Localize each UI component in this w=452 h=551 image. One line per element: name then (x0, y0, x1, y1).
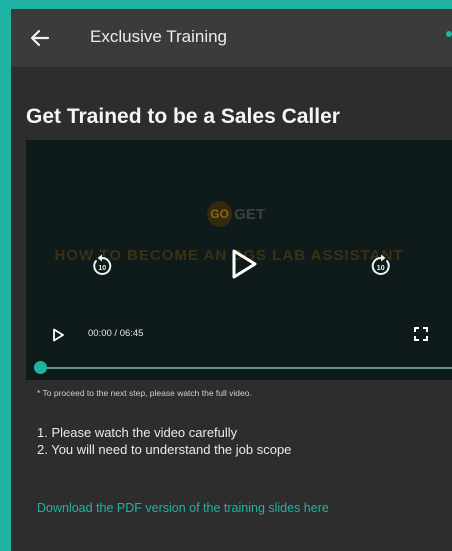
back-button[interactable] (25, 23, 55, 53)
app-bar: Exclusive Training (11, 9, 452, 67)
progress-track[interactable] (40, 367, 452, 369)
play-button[interactable] (221, 242, 265, 286)
forward-button[interactable]: 10 (365, 250, 397, 282)
fullscreen-icon (414, 327, 428, 341)
instruction-item: 1. Please watch the video carefully (37, 425, 238, 440)
app-screen: Exclusive Training Get Trained to be a S… (11, 9, 452, 551)
rewind-10-icon: 10 (93, 254, 112, 275)
page-title: Get Trained to be a Sales Caller (26, 105, 340, 128)
time-display: 00:00 / 06:45 (88, 328, 144, 339)
rewind-button[interactable]: 10 (86, 250, 118, 282)
forward-seconds: 10 (377, 265, 385, 272)
video-logo: GO GET (207, 199, 265, 229)
arrow-left-icon (30, 29, 50, 47)
watch-notice: * To proceed to the next step, please wa… (37, 388, 252, 398)
download-pdf-link[interactable]: Download the PDF version of the training… (37, 500, 329, 517)
logo-get: GET (234, 205, 265, 223)
play-icon (232, 249, 257, 279)
progress-thumb[interactable] (34, 361, 47, 374)
app-bar-title: Exclusive Training (90, 27, 228, 46)
fullscreen-button[interactable] (409, 322, 433, 346)
forward-10-icon: 10 (371, 254, 390, 275)
instructions-list: 1. Please watch the video carefully 2. Y… (37, 424, 291, 458)
play-pause-button[interactable] (48, 324, 68, 346)
logo-go: GO (207, 201, 233, 227)
rewind-seconds: 10 (98, 265, 106, 272)
play-icon (53, 328, 64, 342)
instruction-item: 2. You will need to understand the job s… (37, 442, 292, 457)
video-player[interactable]: GO GET HOW TO BECOME AN SGS LAB ASSISTAN… (26, 140, 452, 380)
status-dot (446, 31, 452, 37)
